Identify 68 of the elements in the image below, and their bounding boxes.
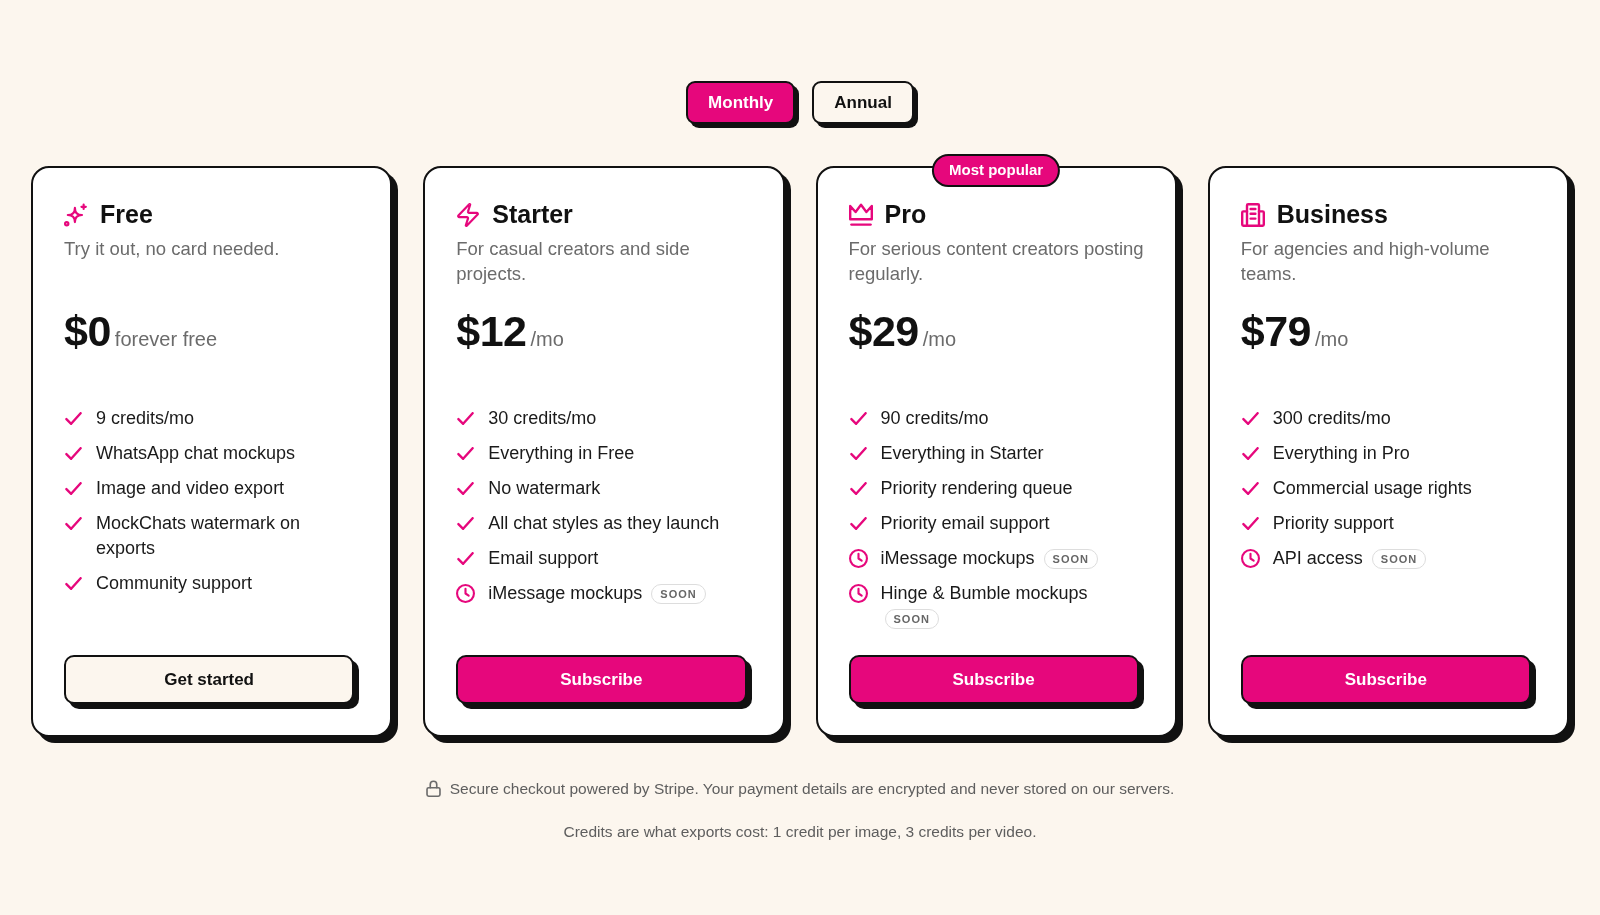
crown-icon xyxy=(848,203,873,227)
check-icon xyxy=(457,447,475,460)
feature-text: 300 credits/mo xyxy=(1272,408,1391,428)
feature-text: Everything in Starter xyxy=(880,443,1044,463)
price: $79 xyxy=(1240,306,1311,356)
feature-text: WhatsApp chat mockups xyxy=(96,443,296,463)
check-icon xyxy=(457,482,475,495)
check-icon xyxy=(65,412,82,425)
feature-text: 30 credits/mo xyxy=(488,408,597,428)
feature-text: MockChats watermark on exports xyxy=(96,513,301,558)
feature-text: Community support xyxy=(96,573,253,593)
plan-name: Free xyxy=(100,199,153,231)
building-icon xyxy=(1240,203,1265,227)
plan-description: Try it out, no card needed. xyxy=(64,237,281,261)
check-icon xyxy=(65,447,82,460)
check-icon xyxy=(457,552,475,565)
feature-text: 90 credits/mo xyxy=(880,408,989,428)
popular-badge: Most popular xyxy=(932,154,1061,187)
lightning-icon xyxy=(456,203,481,227)
feature-text: No watermark xyxy=(488,478,601,498)
feature-text: API access xyxy=(1272,548,1363,568)
check-icon xyxy=(65,482,82,495)
price-period: forever free xyxy=(114,327,218,352)
sparkle-icon xyxy=(64,203,88,227)
price-period: /mo xyxy=(530,327,564,352)
feature-text: 9 credits/mo xyxy=(96,408,195,428)
feature-text: Image and video export xyxy=(96,478,285,498)
feature-text: Everything in Pro xyxy=(1272,443,1410,463)
feature-text: Everything in Free xyxy=(488,443,635,463)
plan-description: For casual creators and side projects. xyxy=(456,237,691,286)
check-icon xyxy=(1241,412,1259,425)
feature-text: Priority support xyxy=(1272,513,1394,533)
clock-icon xyxy=(456,584,476,603)
feature-text: iMessage mockups xyxy=(488,583,643,603)
feature-text: Priority rendering queue xyxy=(880,478,1073,498)
check-icon xyxy=(1241,517,1259,530)
check-icon xyxy=(65,577,82,590)
price: $29 xyxy=(848,306,919,356)
credits-note: Credits are what exports cost: 1 credit per image, 3 credits per video. xyxy=(563,822,1037,843)
price-period: /mo xyxy=(922,327,957,352)
feature-text: Hinge & Bumble mockups xyxy=(880,583,1088,603)
check-icon xyxy=(849,412,867,425)
price-period: /mo xyxy=(1315,327,1349,352)
feature-text: Priority email support xyxy=(880,513,1050,533)
feature-text: Commercial usage rights xyxy=(1272,478,1472,498)
feature-text: iMessage mockups xyxy=(880,548,1035,568)
check-icon xyxy=(457,412,475,425)
clock-icon xyxy=(848,584,868,603)
feature-text: Email support xyxy=(488,548,599,568)
plan-name: Business xyxy=(1276,199,1388,231)
check-icon xyxy=(849,447,867,460)
plan-name: Starter xyxy=(492,199,573,231)
check-icon xyxy=(1241,447,1259,460)
plan-name: Pro xyxy=(884,199,927,231)
check-icon xyxy=(457,517,475,530)
check-icon xyxy=(849,517,867,530)
lock-icon xyxy=(425,780,441,798)
plan-description: For serious content creators posting regularly. xyxy=(848,237,1144,286)
security-note: Secure checkout powered by Stripe. Your payment details are encrypted and never stored on our servers. xyxy=(449,779,1175,799)
price: $12 xyxy=(456,306,527,356)
check-icon xyxy=(849,482,867,495)
clock-icon xyxy=(1240,549,1260,568)
clock-icon xyxy=(848,549,868,568)
check-icon xyxy=(65,517,82,530)
plan-description: For agencies and high-volume teams. xyxy=(1240,237,1491,286)
check-icon xyxy=(1241,482,1259,495)
feature-text: All chat styles as they launch xyxy=(488,513,720,533)
price: $0 xyxy=(64,306,111,356)
